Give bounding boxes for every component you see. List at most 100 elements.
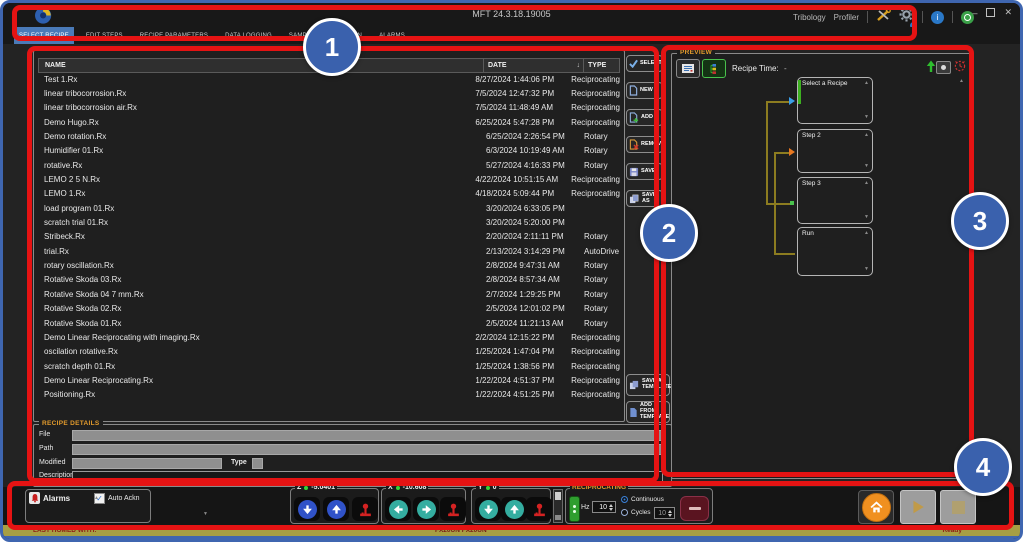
type-field[interactable] — [252, 458, 263, 469]
flow-connector — [774, 253, 795, 255]
table-row[interactable]: Humidifier 01.Rx 6/3/2024 10:19:49 AM Rota… — [38, 144, 620, 158]
add-button[interactable]: ADD — [626, 109, 663, 126]
table-row[interactable]: Rotative Skoda 01.Rx 2/5/2024 11:21:13 AM… — [38, 316, 620, 330]
table-row[interactable]: Stribeck.Rx 2/20/2024 2:11:11 PM Rotary — [38, 230, 620, 244]
table-row[interactable]: Positioning.Rx 1/22/2024 4:51:25 PM Recipr… — [38, 388, 620, 402]
step-caret-up-icon[interactable]: ▲ — [864, 181, 869, 186]
cell-type: Reciprocating — [571, 74, 620, 84]
minimize-icon[interactable]: – — [972, 8, 977, 18]
flow-view-button[interactable] — [702, 59, 726, 78]
table-row[interactable]: load program 01.Rx 3/20/2024 6:33:05 PM — [38, 201, 620, 215]
save-as-button[interactable]: SAVE AS — [626, 190, 663, 207]
y-up-button[interactable] — [501, 497, 527, 521]
x-left-button[interactable] — [385, 497, 411, 521]
export-up-icon[interactable] — [926, 60, 936, 78]
table-row[interactable]: scratch depth 01.Rx 1/25/2024 1:38:56 PM R… — [38, 359, 620, 373]
table-row[interactable]: Rotative Skoda 04 7 mm.Rx 2/7/2024 1:29:2… — [38, 287, 620, 301]
play-button[interactable] — [900, 490, 936, 524]
type-label: Type — [231, 459, 247, 466]
x-joystick-button[interactable] — [440, 497, 466, 521]
stop-reciprocating-button[interactable] — [680, 496, 709, 521]
table-row[interactable]: Demo Linear Reciprocating.Rx 1/22/2024 4:… — [38, 373, 620, 387]
table-row[interactable]: Demo Linear Reciprocating with imaging.R… — [38, 330, 620, 344]
tab-alarms[interactable]: ALARMS — [374, 27, 410, 44]
step-caret-down-icon[interactable]: ▼ — [864, 215, 869, 220]
table-row[interactable]: linear tribocorrosion air.Rx 7/5/2024 11:… — [38, 101, 620, 115]
tab-run[interactable]: RUN — [343, 27, 367, 44]
hz-spinner[interactable]: 10 — [592, 501, 616, 513]
tools-icon[interactable] — [876, 7, 891, 27]
collapse-caret-icon[interactable]: ▲ — [959, 79, 964, 84]
column-header-name[interactable]: NAME — [39, 59, 484, 72]
nav-profiler[interactable]: Profiler — [834, 13, 859, 22]
z-down-button[interactable] — [294, 497, 320, 521]
table-row[interactable]: Test 1.Rx 8/27/2024 1:44:06 PM Reciprocati… — [38, 72, 620, 86]
table-row[interactable]: Rotative Skoda 03.Rx 2/8/2024 8:57:34 AM R… — [38, 273, 620, 287]
report-view-button[interactable] — [676, 59, 700, 78]
info-icon[interactable]: i — [931, 10, 944, 24]
step-caret-down-icon[interactable]: ▼ — [864, 115, 869, 120]
step-caret-up-icon[interactable]: ▲ — [864, 81, 869, 86]
select-button[interactable]: SELECT — [626, 55, 663, 72]
table-row[interactable]: linear tribocorrosion.Rx 7/5/2024 12:47:3… — [38, 86, 620, 100]
table-row[interactable]: rotative.Rx 5/27/2024 4:16:33 PM Rotary — [38, 158, 620, 172]
cycles-radio[interactable] — [621, 509, 628, 516]
gear-help-icon[interactable]: ? — [899, 7, 917, 29]
column-header-date[interactable]: DATE ↓ — [484, 59, 584, 72]
flow-step-2[interactable]: Step 2 ▲ ▼ — [797, 129, 873, 173]
step-caret-down-icon[interactable]: ▼ — [864, 267, 869, 272]
step-caret-up-icon[interactable]: ▲ — [864, 231, 869, 236]
path-field[interactable] — [72, 444, 663, 455]
flow-step-1[interactable]: Select a Recipe ▲ ▼ — [797, 77, 873, 124]
table-row[interactable]: rotary oscillation.Rx 2/8/2024 9:47:31 AM… — [38, 258, 620, 272]
table-row[interactable]: Demo Hugo.Rx 6/25/2024 5:47:28 PM Reciproc… — [38, 115, 620, 129]
tab-edit-steps[interactable]: EDIT STEPS — [81, 27, 128, 44]
table-row[interactable]: LEMO 1.Rx 4/18/2024 5:09:44 PM Reciprocati… — [38, 187, 620, 201]
close-icon[interactable]: ✕ — [1004, 7, 1012, 18]
step-caret-up-icon[interactable]: ▲ — [864, 133, 869, 138]
restore-icon[interactable] — [986, 8, 996, 17]
cell-type: AutoDrive — [584, 246, 620, 256]
continuous-radio[interactable] — [621, 496, 628, 503]
camera-icon[interactable] — [936, 61, 951, 74]
stop-button[interactable] — [940, 490, 976, 524]
cycles-spinner[interactable]: 10 — [654, 507, 675, 519]
x-right-button[interactable] — [413, 497, 439, 521]
save-as-template-button[interactable]: SAVE AS TEMPLATE — [626, 374, 671, 396]
tab-recipe-parameters[interactable]: RECIPE PARAMETERS — [135, 27, 213, 44]
modified-field[interactable] — [72, 458, 222, 469]
table-row[interactable]: LEMO 2 5 N.Rx 4/22/2024 10:51:15 AM Recipr… — [38, 172, 620, 186]
z-joystick-button[interactable] — [352, 497, 378, 521]
table-row[interactable]: scratch trial 01.Rx 3/20/2024 5:20:00 PM — [38, 215, 620, 229]
cell-name: Rotative Skoda 01.Rx — [44, 318, 122, 328]
table-row[interactable]: Rotative Skoda 02.Rx 2/5/2024 12:01:02 PM… — [38, 302, 620, 316]
flow-step-4[interactable]: Run ▲ ▼ — [797, 227, 873, 276]
column-header-type[interactable]: TYPE — [584, 59, 619, 72]
alarm-clock-icon[interactable] — [953, 59, 967, 78]
expand-caret-icon[interactable]: ▼ — [203, 512, 208, 517]
description-field[interactable] — [72, 471, 663, 483]
tab-sample-info[interactable]: SAMPLE INFO — [284, 27, 337, 44]
y-down-button[interactable] — [475, 497, 501, 521]
table-row[interactable]: oscilation rotative.Rx 1/25/2024 1:47:04 … — [38, 345, 620, 359]
add-from-template-button[interactable]: ADD FROM TEMPLATE — [626, 401, 670, 423]
new-button[interactable]: NEW — [626, 82, 663, 99]
save-button[interactable]: SAVE — [626, 163, 663, 180]
cell-name: Demo Linear Reciprocating.Rx — [44, 375, 153, 385]
stroke-indicator[interactable] — [569, 496, 580, 522]
y-joystick-button[interactable] — [526, 497, 552, 521]
table-row[interactable]: Demo rotation.Rx 6/25/2024 2:26:54 PM Rota… — [38, 129, 620, 143]
nav-tribology[interactable]: Tribology — [793, 13, 826, 22]
speed-slider[interactable] — [553, 489, 563, 523]
file-field[interactable] — [72, 430, 663, 441]
z-up-button[interactable] — [323, 497, 349, 521]
remove-button[interactable]: REMOVE — [626, 136, 665, 153]
slider-thumb[interactable] — [555, 492, 561, 500]
home-button[interactable] — [858, 490, 894, 524]
collapse-caret-icon[interactable]: ▲ — [94, 496, 99, 501]
tab-data-logging[interactable]: DATA LOGGING — [220, 27, 277, 44]
step-caret-down-icon[interactable]: ▼ — [864, 164, 869, 169]
tab-select-recipe[interactable]: SELECT RECIPE — [14, 27, 74, 44]
table-row[interactable]: trial.Rx 2/13/2024 3:14:29 PM AutoDrive — [38, 244, 620, 258]
flow-step-3[interactable]: Step 3 ▲ ▼ — [797, 177, 873, 224]
